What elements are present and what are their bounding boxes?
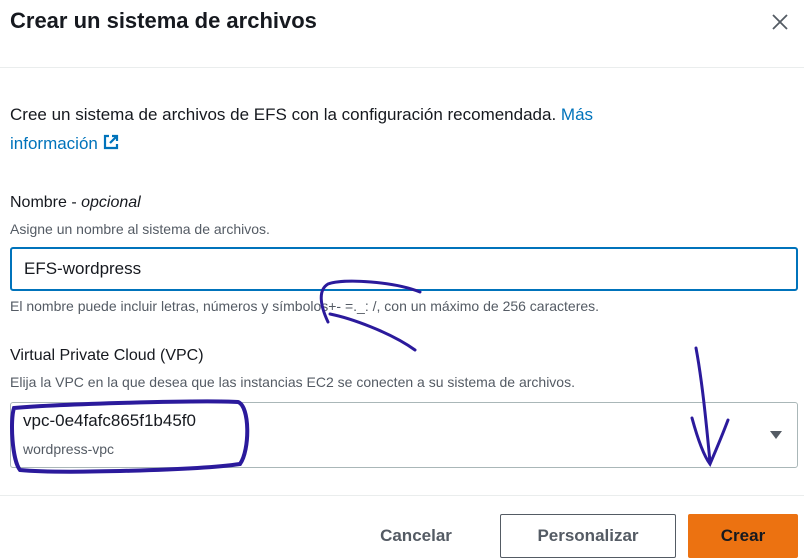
name-label-text: Nombre - <box>10 194 82 211</box>
more-info-link-part1: Más <box>560 105 594 124</box>
annotation-arrow-name <box>319 279 422 352</box>
intro-sentence: Cree un sistema de archivos de EFS con l… <box>10 105 557 124</box>
cancel-button[interactable]: Cancelar <box>360 514 472 558</box>
close-icon <box>772 14 788 30</box>
name-input[interactable] <box>10 247 798 291</box>
vpc-select[interactable]: vpc-0e4fafc865f1b45f0 wordpress-vpc <box>10 402 798 468</box>
name-label: Nombre - opcional <box>10 194 141 212</box>
footer-divider <box>0 495 804 496</box>
optional-tag: opcional <box>81 194 141 211</box>
dialog-title: Crear un sistema de archivos <box>10 8 317 33</box>
external-link-icon <box>103 134 118 150</box>
close-button[interactable] <box>768 10 792 34</box>
intro-text: Cree un sistema de archivos de EFS con l… <box>10 100 730 158</box>
vpc-selected-id: vpc-0e4fafc865f1b45f0 <box>23 411 196 430</box>
vpc-label: Virtual Private Cloud (VPC) <box>10 347 204 364</box>
dialog-header: Crear un sistema de archivos <box>0 0 804 68</box>
name-constraint-text: El nombre puede incluir letras, números … <box>10 298 600 314</box>
vpc-selected-name: wordpress-vpc <box>23 441 115 457</box>
customize-button[interactable]: Personalizar <box>500 514 676 558</box>
name-description: Asigne un nombre al sistema de archivos. <box>10 221 270 237</box>
create-button[interactable]: Crear <box>688 514 798 558</box>
more-info-link-part2: información <box>10 134 98 153</box>
vpc-description: Elija la VPC en la que desea que las ins… <box>10 374 575 390</box>
caret-down-icon <box>770 431 782 439</box>
